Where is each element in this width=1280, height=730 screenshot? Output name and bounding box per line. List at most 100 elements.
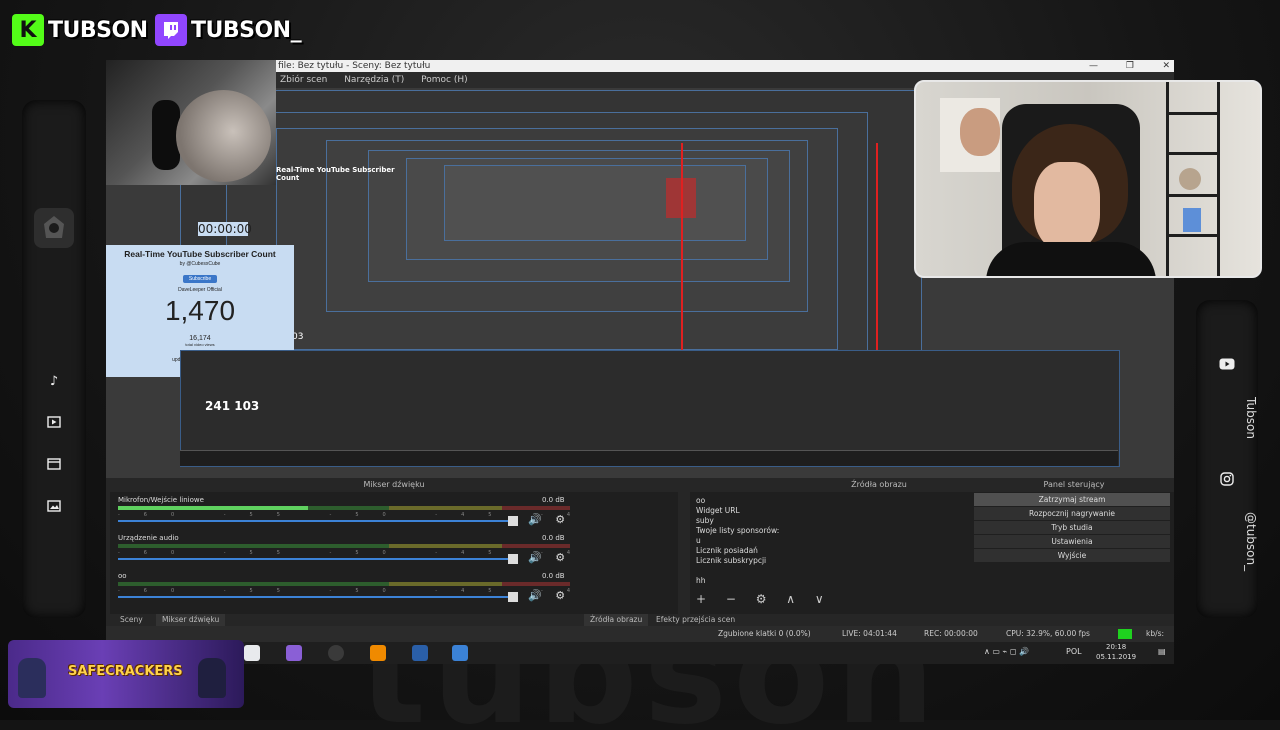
- sources-toolbar[interactable]: + − ⚙ ∧ ∨: [696, 592, 896, 606]
- widget-author: by @CubesxCube: [179, 261, 221, 267]
- input-language[interactable]: POL: [1066, 647, 1082, 656]
- obs-docks: Mikser dźwięku Mikrofon/Wejście liniowe …: [106, 478, 1174, 626]
- mixer-header: Mikser dźwięku: [110, 478, 678, 492]
- channel-db: 0.0 dB: [542, 572, 565, 580]
- tab-sources[interactable]: Źródła obrazu: [584, 614, 649, 626]
- gear-icon[interactable]: ⚙: [555, 551, 565, 564]
- tab-scenes[interactable]: Sceny: [114, 614, 149, 626]
- close-icon[interactable]: ✕: [1162, 60, 1170, 72]
- mixer-channel: Mikrofon/Wejście liniowe 0.0 dB -60 -55 …: [116, 496, 572, 532]
- twitch-logo-icon: [155, 14, 187, 46]
- figurine: [1183, 208, 1201, 232]
- instagram-handle: @tubson_: [1244, 512, 1258, 572]
- red-outline: [876, 143, 878, 353]
- speaker-icon[interactable]: 🔊: [528, 551, 542, 564]
- calendar-icon[interactable]: [22, 458, 86, 474]
- notifications-icon[interactable]: ▤: [1158, 647, 1166, 656]
- windows-taskbar: ∧ ▭ ⌁ ◻ 🔊 POL 20:18 05.11.2019 ▤: [106, 642, 1174, 664]
- left-social-rail: ♪: [22, 100, 86, 618]
- chrome-icon[interactable]: [244, 645, 260, 661]
- rec-time: REC: 00:00:00: [924, 629, 978, 638]
- game-title: SAFECRACKERS: [68, 664, 183, 679]
- bitrate: kb/s:: [1146, 629, 1165, 638]
- red-outline: [681, 143, 683, 353]
- twitch-tag: TUBSON_: [155, 12, 302, 48]
- tab-transitions[interactable]: Efekty przejścia scen: [650, 614, 741, 626]
- audio-mixer-dock: Mikser dźwięku Mikrofon/Wejście liniowe …: [110, 478, 678, 614]
- volume-meter: [118, 582, 570, 586]
- channel-buttons: 🔊 ⚙: [528, 589, 588, 602]
- mixer-channel: oo 0.0 dB -60 -55 -50 -45 -40 -35 -30 -2…: [116, 572, 572, 608]
- youtube-handle: Tubson: [1244, 397, 1258, 439]
- view-count-label: total video views: [185, 342, 215, 347]
- maximize-icon[interactable]: ❐: [1126, 60, 1134, 72]
- shelf-board: [1169, 194, 1217, 197]
- subscribe-button[interactable]: Subscribe: [182, 275, 218, 283]
- studio-mode-button[interactable]: Tryb studia: [974, 521, 1170, 534]
- meter-scale: -60 -55 -50 -45 -40 -35 -30 -25 -20 -15 …: [118, 550, 570, 556]
- app-icon[interactable]: [286, 645, 302, 661]
- volume-slider[interactable]: [118, 516, 518, 526]
- figurine: [1179, 168, 1201, 190]
- obs-statusbar: Zgubione klatki 0 (0.0%) LIVE: 04:01:44 …: [106, 628, 1174, 640]
- menu-item-scene-collection[interactable]: Zbiór scen: [280, 75, 327, 85]
- background-person: [960, 108, 1000, 156]
- mixer-channel: Urządzenie audio 0.0 dB -60 -55 -50 -45 …: [116, 534, 572, 570]
- music-icon[interactable]: ♪: [22, 374, 86, 389]
- speaker-icon[interactable]: 🔊: [528, 513, 542, 526]
- app-icon[interactable]: [452, 645, 468, 661]
- stop-stream-button[interactable]: Zatrzymaj stream: [974, 493, 1170, 506]
- channel-label: oo: [118, 572, 127, 580]
- gear-icon[interactable]: ⚙: [555, 513, 565, 526]
- dropped-frames: Zgubione klatki 0 (0.0%): [718, 629, 811, 638]
- volume-meter: [118, 544, 570, 548]
- cpu-fps: CPU: 32.9%, 60.00 fps: [1006, 629, 1090, 638]
- channel-db: 0.0 dB: [542, 534, 565, 542]
- meter-scale: -60 -55 -50 -45 -40 -35 -30 -25 -20 -15 …: [118, 512, 570, 518]
- shelf-board: [1169, 112, 1217, 115]
- live-time: LIVE: 04:01:44: [842, 629, 897, 638]
- exit-button[interactable]: Wyjście: [974, 549, 1170, 562]
- gear-icon[interactable]: ⚙: [555, 589, 565, 602]
- volume-slider[interactable]: [118, 554, 518, 564]
- tray-icons[interactable]: ∧ ▭ ⌁ ◻ 🔊: [984, 647, 1029, 656]
- clock-date[interactable]: 05.11.2019: [1096, 653, 1136, 661]
- menu-item-tools[interactable]: Narzędzia (T): [344, 75, 404, 85]
- channel-label: Mikrofon/Wejście liniowe: [118, 496, 204, 504]
- vlc-icon[interactable]: [370, 645, 386, 661]
- right-social-rail: Tubson @tubson_: [1196, 300, 1258, 618]
- channel-buttons: 🔊 ⚙: [528, 551, 588, 564]
- bookshelf: [1166, 82, 1220, 276]
- widget-title: Real-Time YouTube Subscriber Count: [124, 249, 276, 259]
- view-count: 16,174: [189, 335, 211, 342]
- character: [18, 658, 46, 698]
- slider-knob[interactable]: [508, 516, 518, 526]
- speaker-icon[interactable]: 🔊: [528, 589, 542, 602]
- streamer-face: [1034, 162, 1100, 250]
- video-icon[interactable]: [22, 416, 86, 432]
- shelf-board: [1169, 234, 1217, 237]
- image-icon[interactable]: [22, 500, 86, 516]
- youtube-icon[interactable]: [1196, 358, 1258, 374]
- meter-level: [118, 506, 308, 510]
- instagram-icon[interactable]: [1196, 472, 1258, 490]
- channel-db: 0.0 dB: [542, 496, 565, 504]
- steam-icon[interactable]: [412, 645, 428, 661]
- start-recording-button[interactable]: Rozpocznij nagrywanie: [974, 507, 1170, 520]
- slider-knob[interactable]: [508, 592, 518, 602]
- minimize-icon[interactable]: —: [1089, 60, 1098, 72]
- channel-buttons: 🔊 ⚙: [528, 513, 588, 526]
- twitch-name: TUBSON_: [191, 17, 302, 43]
- webcam-overlay: [914, 80, 1262, 278]
- inner-webcam-capture: [106, 60, 276, 185]
- kick-name: TUBSON: [48, 17, 148, 43]
- clock-time[interactable]: 20:18: [1106, 643, 1126, 651]
- volume-meter: [118, 506, 570, 510]
- tab-audio-mixer[interactable]: Mikser dźwięku: [156, 614, 226, 626]
- slider-knob[interactable]: [508, 554, 518, 564]
- kick-logo-icon: K: [12, 14, 44, 46]
- settings-button[interactable]: Ustawienia: [974, 535, 1170, 548]
- volume-slider[interactable]: [118, 592, 518, 602]
- menu-item-help[interactable]: Pomoc (H): [421, 75, 468, 85]
- obs-icon[interactable]: [328, 645, 344, 661]
